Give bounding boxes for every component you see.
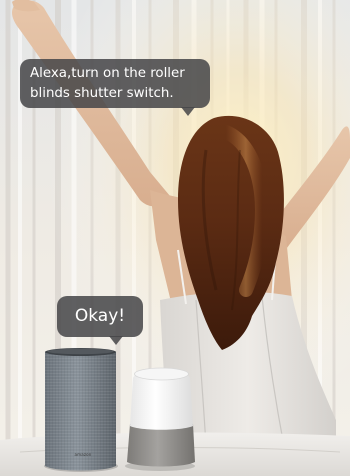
echo-brand-label: amazon [74, 452, 92, 457]
assistant-reply-text: Okay! [74, 306, 126, 326]
advert-stage: Alexa,turn on the roller blinds shutter … [0, 0, 350, 476]
voice-command-bubble: Alexa,turn on the roller blinds shutter … [20, 59, 210, 116]
assistant-reply-bubble: Okay! [57, 296, 143, 345]
voice-command-text: Alexa,turn on the roller blinds shutter … [30, 66, 185, 101]
google-home-speaker [125, 367, 195, 471]
